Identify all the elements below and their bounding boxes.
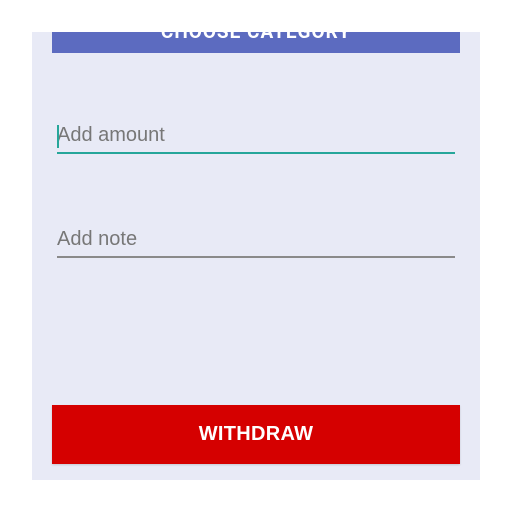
withdraw-button[interactable]: WITHDRAW — [52, 405, 460, 464]
text-cursor — [57, 125, 59, 148]
app-screen: CHOOSE CATEGORY WITHDRAW — [32, 32, 480, 480]
note-field[interactable] — [57, 222, 455, 258]
note-input[interactable] — [57, 222, 455, 256]
choose-category-label: CHOOSE CATEGORY — [161, 32, 351, 53]
note-underline — [57, 256, 455, 258]
amount-input[interactable] — [57, 118, 455, 152]
amount-underline — [57, 152, 455, 154]
amount-field[interactable] — [57, 118, 455, 154]
choose-category-button[interactable]: CHOOSE CATEGORY — [52, 32, 460, 53]
withdraw-label: WITHDRAW — [198, 423, 314, 445]
